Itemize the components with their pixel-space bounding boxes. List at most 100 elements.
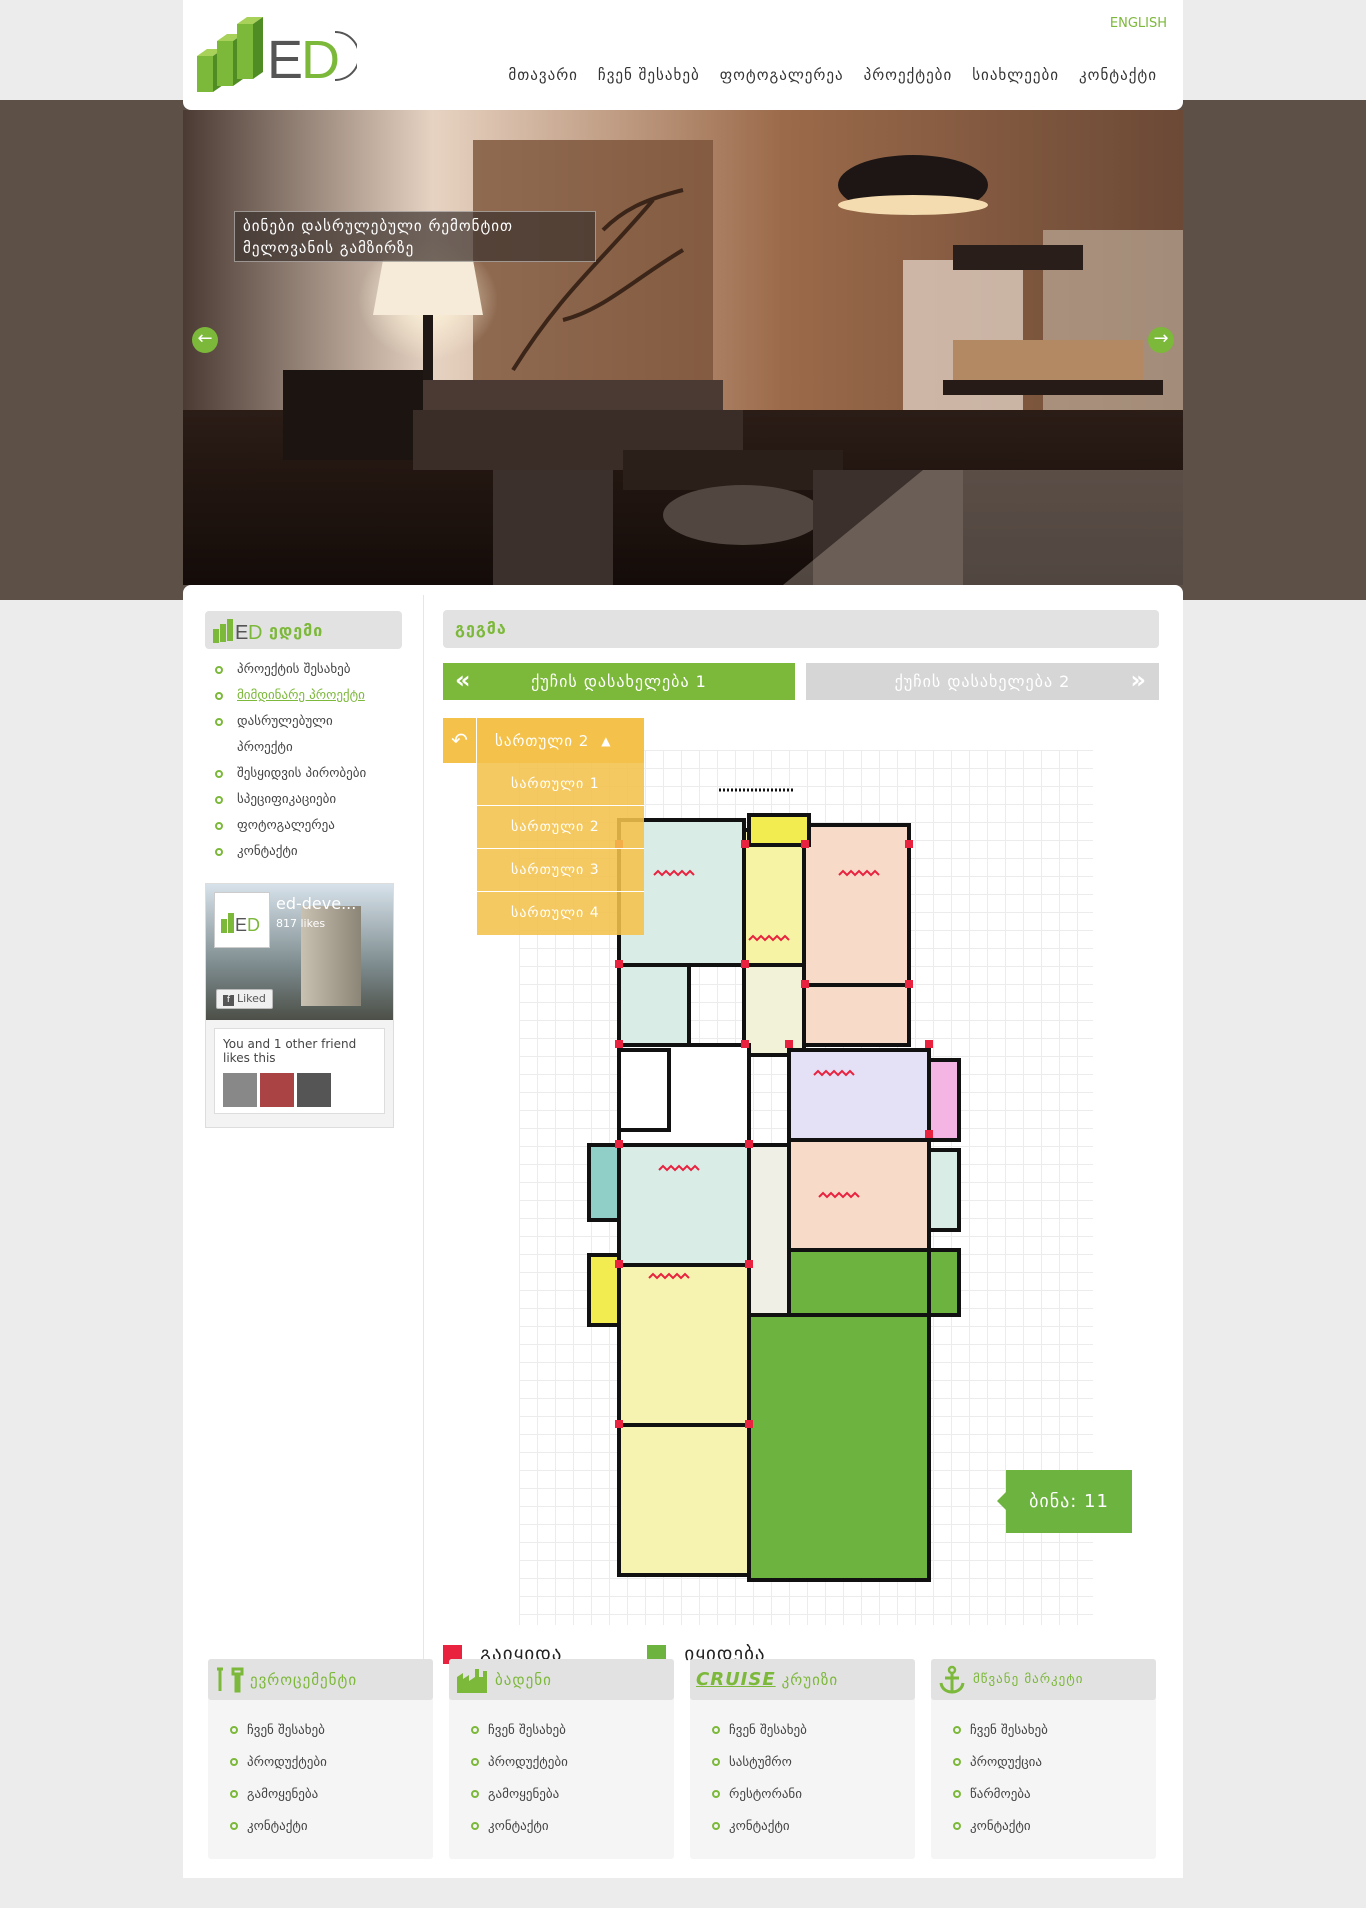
building-tabs: « ქუჩის დასახელება 1 ქუჩის დასახელება 2 … — [443, 663, 1159, 700]
tab-building-1[interactable]: « ქუჩის დასახელება 1 — [443, 663, 795, 700]
partner-links: ჩვენ შესახებ სასტუმრო რესტორანი კონტაქტი — [690, 1700, 915, 1842]
partner-link[interactable]: წარმოება — [953, 1778, 1156, 1810]
slider-next-icon[interactable]: → — [1148, 327, 1174, 353]
avatar[interactable] — [223, 1073, 257, 1107]
nav-news[interactable]: სიახლეები — [972, 66, 1059, 84]
floor-option-3[interactable]: სართული 3 — [477, 849, 644, 892]
partner-links: ჩვენ შესახებ პროდუქტები გამოყენება კონტა… — [449, 1700, 674, 1842]
sidebar-item-gallery[interactable]: ფოტოგალერეა — [215, 813, 402, 839]
ed-logo[interactable]: E D — [197, 16, 357, 102]
svg-text:E: E — [267, 30, 303, 90]
partner-link[interactable]: გამოყენება — [471, 1778, 674, 1810]
partner-link[interactable]: კონტაქტი — [712, 1810, 915, 1842]
facebook-friends-card: You and 1 other friend likes this — [214, 1028, 385, 1114]
floor-selector[interactable]: ↶ სართული 2 ▲ — [443, 718, 644, 763]
floor-dropdown: სართული 1 სართული 2 სართული 3 სართული 4 — [477, 763, 644, 935]
partner-link[interactable]: ჩვენ შესახებ — [712, 1714, 915, 1746]
nav-contact[interactable]: კონტაქტი — [1079, 66, 1157, 84]
sidebar-item-specifications[interactable]: სპეციფიკაციები — [215, 787, 402, 813]
sidebar-header: E D ედემი — [205, 611, 402, 649]
avatar[interactable] — [297, 1073, 331, 1107]
partner-blocks: ევროცემენტი ჩვენ შესახებ პროდუქტები გამო… — [208, 1659, 1158, 1859]
partner-block-eurocement: ევროცემენტი ჩვენ შესახებ პროდუქტები გამო… — [208, 1659, 433, 1859]
header: E D ENGLISH მთავარი ჩვენ შესახებ ფოტოგალ… — [183, 0, 1183, 110]
facebook-page-name[interactable]: ed-deve... — [276, 894, 356, 913]
page: E D ENGLISH მთავარი ჩვენ შესახებ ფოტოგალ… — [183, 0, 1183, 1878]
partner-link[interactable]: პროდუქტები — [471, 1746, 674, 1778]
ed-mini-logo: E D — [213, 619, 262, 644]
sidebar-item-contact[interactable]: კონტაქტი — [215, 839, 402, 865]
partner-link[interactable]: კონტაქტი — [471, 1810, 674, 1842]
anchor-icon — [939, 1665, 965, 1694]
partner-link[interactable]: პროდუქტები — [230, 1746, 433, 1778]
sidebar-item-purchase-terms[interactable]: შესყიდვის პირობები — [215, 761, 402, 787]
sidebar-item-completed[interactable]: დასრულებული — [215, 709, 402, 735]
nav-home[interactable]: მთავარი — [508, 66, 577, 84]
sidebar-title: ედემი — [269, 620, 324, 640]
hero-caption: ბინები დასრულებული რემონტით მელოვანის გა… — [234, 211, 596, 262]
nav-projects[interactable]: პროექტები — [864, 66, 953, 84]
partner-link[interactable]: რესტორანი — [712, 1778, 915, 1810]
apartment-tooltip: ბინა: 11 — [997, 1470, 1132, 1533]
partner-header: ევროცემენტი — [208, 1659, 433, 1700]
partner-link[interactable]: კონტაქტი — [230, 1810, 433, 1842]
cruise-logo: CRUISE — [696, 1669, 776, 1690]
facebook-icon: f — [223, 995, 234, 1006]
floor-option-2[interactable]: სართული 2 — [477, 806, 644, 849]
bullet-icon — [215, 796, 223, 804]
partner-link[interactable]: გამოყენება — [230, 1778, 433, 1810]
double-chevron-right-icon: » — [1130, 666, 1147, 694]
sidebar-item-about-project[interactable]: პროექტის შესახებ — [215, 657, 402, 683]
tab-building-2[interactable]: ქუჩის დასახელება 2 » — [806, 663, 1159, 700]
facebook-liked-button[interactable]: f Liked — [216, 989, 273, 1009]
avatar[interactable] — [260, 1073, 294, 1107]
slider-prev-icon[interactable]: ← — [192, 327, 218, 353]
partner-link[interactable]: კონტაქტი — [953, 1810, 1156, 1842]
facebook-page-logo[interactable]: ED — [214, 892, 270, 948]
svg-text:E: E — [235, 915, 247, 935]
nav-gallery[interactable]: ფოტოგალერეა — [720, 66, 844, 84]
svg-text:D: D — [301, 30, 340, 90]
hero-caption-line1: ბინები დასრულებული რემონტით — [243, 217, 514, 235]
language-switch[interactable]: ENGLISH — [1110, 16, 1167, 31]
partner-link[interactable]: ჩვენ შესახებ — [471, 1714, 674, 1746]
partner-link[interactable]: პროდუქცია — [953, 1746, 1156, 1778]
caret-up-icon: ▲ — [601, 733, 611, 748]
partner-block-green-market: მწვანე მარკეტი ჩვენ შესახებ პროდუქცია წა… — [931, 1659, 1156, 1859]
column-divider — [423, 595, 424, 1720]
partner-links: ჩვენ შესახებ პროდუქცია წარმოება კონტაქტი — [931, 1700, 1156, 1842]
main-content: E D ედემი პროექტის შესახებ მიმდინარე პრო… — [183, 585, 1183, 1878]
facebook-widget: ED ed-deve... 817 likes f Liked You and 1… — [205, 883, 394, 1128]
partner-link[interactable]: ჩვენ შესახებ — [953, 1714, 1156, 1746]
factory-icon — [457, 1668, 487, 1693]
current-floor-label: სართული 2 — [495, 731, 590, 750]
tools-icon — [217, 1667, 244, 1692]
partner-header: ბადენი — [449, 1659, 674, 1700]
bullet-icon — [215, 822, 223, 830]
facebook-likes-count: 817 likes — [276, 917, 326, 930]
bullet-icon — [215, 692, 223, 700]
partner-link[interactable]: სასტუმრო — [712, 1746, 915, 1778]
svg-text:D: D — [248, 622, 262, 644]
partner-links: ჩვენ შესახებ პროდუქტები გამოყენება კონტა… — [208, 1700, 433, 1842]
sidebar-item-completed-line2[interactable]: პროექტი — [215, 735, 402, 761]
back-arrow-icon[interactable]: ↶ — [443, 718, 477, 763]
main-nav: მთავარი ჩვენ შესახებ ფოტოგალერეა პროექტე… — [508, 66, 1157, 84]
plan-section: გეგმა « ქუჩის დასახელება 1 ქუჩის დასახელ… — [443, 610, 1159, 1665]
sidebar-menu: პროექტის შესახებ მიმდინარე პროექტი დასრუ… — [205, 657, 402, 865]
sidebar: E D ედემი პროექტის შესახებ მიმდინარე პრო… — [205, 611, 402, 1128]
nav-about[interactable]: ჩვენ შესახებ — [598, 66, 700, 84]
floor-option-4[interactable]: სართული 4 — [477, 892, 644, 935]
partner-header: CRUISE კრუიზი — [690, 1659, 915, 1700]
bullet-icon — [215, 666, 223, 674]
floor-option-1[interactable]: სართული 1 — [477, 763, 644, 806]
facebook-cover-image: ED ed-deve... 817 likes f Liked — [206, 884, 393, 1020]
bullet-icon — [215, 718, 223, 726]
plan-title: გეგმა — [443, 610, 1159, 648]
partner-header: მწვანე მარკეტი — [931, 1659, 1156, 1700]
partner-link[interactable]: ჩვენ შესახებ — [230, 1714, 433, 1746]
partner-block-baden: ბადენი ჩვენ შესახებ პროდუქტები გამოყენებ… — [449, 1659, 674, 1859]
sidebar-item-current-project[interactable]: მიმდინარე პროექტი — [215, 683, 402, 709]
partner-block-cruise: CRUISE კრუიზი ჩვენ შესახებ სასტუმრო რესტ… — [690, 1659, 915, 1859]
double-chevron-left-icon: « — [455, 666, 472, 694]
